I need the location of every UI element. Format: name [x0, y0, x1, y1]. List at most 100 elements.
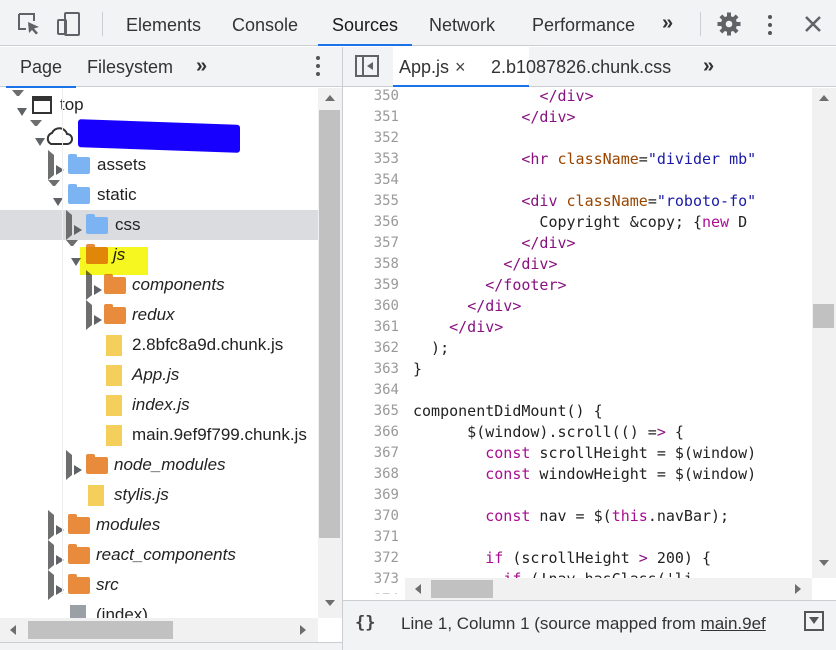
code-line[interactable]: 350 </div> — [343, 88, 812, 107]
code-editor[interactable]: 350 </div> 351 </div> 352 353 <hr className… — [343, 88, 812, 594]
line-number[interactable]: 369 — [343, 485, 399, 506]
collapse-arrow-icon[interactable] — [48, 570, 64, 600]
line-number[interactable]: 371 — [343, 527, 399, 548]
tree-item-file[interactable]: 2.8bfc8a9d.chunk.js — [0, 330, 318, 360]
tree-item-file[interactable]: stylis.js — [0, 480, 318, 510]
line-number[interactable]: 351 — [343, 107, 399, 128]
collapse-arrow-icon[interactable] — [48, 150, 64, 180]
tree-item-css[interactable]: css — [0, 210, 318, 240]
line-number[interactable]: 356 — [343, 212, 399, 233]
tree-item-components[interactable]: components — [0, 270, 318, 300]
scroll-right-icon[interactable] — [795, 584, 801, 594]
code-line[interactable]: 371 — [343, 527, 812, 548]
tree-item-src[interactable]: src — [0, 570, 318, 600]
line-number[interactable]: 367 — [343, 443, 399, 464]
code-line[interactable]: 369 — [343, 485, 812, 506]
collapse-arrow-icon[interactable] — [48, 540, 64, 570]
coverage-icon[interactable] — [804, 611, 824, 631]
navigator-vertical-scrollbar[interactable] — [318, 88, 342, 618]
tab-network[interactable]: Network — [429, 0, 495, 46]
tree-item-react-components[interactable]: react_components — [0, 540, 318, 570]
line-number[interactable]: 352 — [343, 128, 399, 149]
tree-item-top[interactable]: top — [0, 90, 318, 120]
line-number[interactable]: 373 — [343, 569, 399, 590]
line-number[interactable]: 370 — [343, 506, 399, 527]
code-line[interactable]: 356 Copyright &copy; {new D — [343, 212, 812, 233]
line-number[interactable]: 368 — [343, 464, 399, 485]
tab-filesystem[interactable]: Filesystem — [87, 47, 173, 87]
inspect-icon[interactable] — [16, 11, 42, 37]
more-editor-tabs-chevron-icon[interactable]: » — [703, 55, 714, 78]
scrollbar-thumb[interactable] — [28, 621, 173, 639]
line-number[interactable]: 372 — [343, 548, 399, 569]
navigator-menu-icon[interactable] — [316, 56, 320, 80]
line-number[interactable]: 360 — [343, 296, 399, 317]
line-number[interactable]: 359 — [343, 275, 399, 296]
tab-sources[interactable]: Sources — [317, 0, 413, 46]
code-line[interactable]: 360 </div> — [343, 296, 812, 317]
scrollbar-thumb[interactable] — [431, 580, 493, 598]
device-toggle-icon[interactable] — [56, 11, 82, 37]
line-number[interactable]: 364 — [343, 380, 399, 401]
code-line[interactable]: 358 </div> — [343, 254, 812, 275]
kebab-menu-icon[interactable] — [768, 15, 772, 39]
navigator-horizontal-scrollbar[interactable] — [0, 618, 318, 642]
tree-item-modules[interactable]: modules — [0, 510, 318, 540]
code-line[interactable]: 353 <hr className="divider mb" — [343, 149, 812, 170]
code-line[interactable]: 363} — [343, 359, 812, 380]
line-number[interactable]: 362 — [343, 338, 399, 359]
code-line[interactable]: 366 $(window).scroll(() => { — [343, 422, 812, 443]
line-number[interactable]: 374 — [343, 590, 399, 594]
scrollbar-thumb[interactable] — [319, 110, 340, 538]
tree-item-index[interactable]: (index) — [0, 600, 318, 618]
code-line[interactable]: 357 </div> — [343, 233, 812, 254]
code-line[interactable]: 368 const windowHeight = $(window) — [343, 464, 812, 485]
tree-item-assets[interactable]: assets — [0, 150, 318, 180]
navigator-toggle-icon[interactable] — [355, 55, 379, 77]
expand-arrow-icon[interactable] — [48, 180, 63, 210]
editor-horizontal-scrollbar[interactable] — [405, 578, 812, 600]
line-number[interactable]: 363 — [343, 359, 399, 380]
expand-arrow-icon[interactable] — [66, 240, 81, 270]
line-number[interactable]: 355 — [343, 191, 399, 212]
gear-icon[interactable] — [716, 11, 742, 37]
code-line[interactable]: 351 </div> — [343, 107, 812, 128]
tab-elements[interactable]: Elements — [126, 0, 201, 46]
line-number[interactable]: 365 — [343, 401, 399, 422]
expand-arrow-icon[interactable] — [12, 90, 27, 120]
code-line[interactable]: 370 const nav = $(this.navBar); — [343, 506, 812, 527]
scroll-right-icon[interactable] — [300, 625, 306, 635]
tab-performance[interactable]: Performance — [532, 0, 635, 46]
collapse-arrow-icon[interactable] — [66, 450, 82, 480]
code-line[interactable]: 352 — [343, 128, 812, 149]
line-number[interactable]: 350 — [343, 88, 399, 107]
tree-item-redux[interactable]: redux — [0, 300, 318, 330]
code-line[interactable]: 355 <div className="roboto-fo" — [343, 191, 812, 212]
close-tab-icon[interactable]: × — [455, 47, 466, 87]
expand-arrow-icon[interactable] — [30, 120, 45, 150]
code-line[interactable]: 365 componentDidMount() { — [343, 401, 812, 422]
tab-page[interactable]: Page — [5, 47, 77, 88]
line-number[interactable]: 353 — [343, 149, 399, 170]
tab-console[interactable]: Console — [232, 0, 298, 46]
code-line[interactable]: 364 — [343, 380, 812, 401]
editor-vertical-scrollbar[interactable] — [812, 88, 836, 578]
more-tabs-chevron-icon[interactable]: » — [662, 12, 673, 35]
more-navigators-chevron-icon[interactable]: » — [196, 55, 207, 78]
close-icon[interactable] — [800, 11, 826, 37]
code-line[interactable]: 372 if (scrollHeight > 200) { — [343, 548, 812, 569]
code-line[interactable]: 359 </footer> — [343, 275, 812, 296]
scrollbar-thumb[interactable] — [813, 304, 834, 328]
tree-item-js[interactable]: js — [0, 240, 318, 270]
line-number[interactable]: 357 — [343, 233, 399, 254]
code-line[interactable]: 362 ); — [343, 338, 812, 359]
tree-item-static[interactable]: static — [0, 180, 318, 210]
scroll-down-icon[interactable] — [819, 560, 829, 566]
code-line[interactable]: 367 const scrollHeight = $(window) — [343, 443, 812, 464]
editor-tab-css-chunk[interactable]: 2.b1087826.chunk.css — [491, 47, 671, 87]
tree-item-node-modules[interactable]: node_modules — [0, 450, 318, 480]
pretty-print-icon[interactable]: {} — [355, 613, 375, 633]
tree-item-file[interactable]: index.js — [0, 390, 318, 420]
line-number[interactable]: 358 — [343, 254, 399, 275]
tree-item-file[interactable]: App.js — [0, 360, 318, 390]
